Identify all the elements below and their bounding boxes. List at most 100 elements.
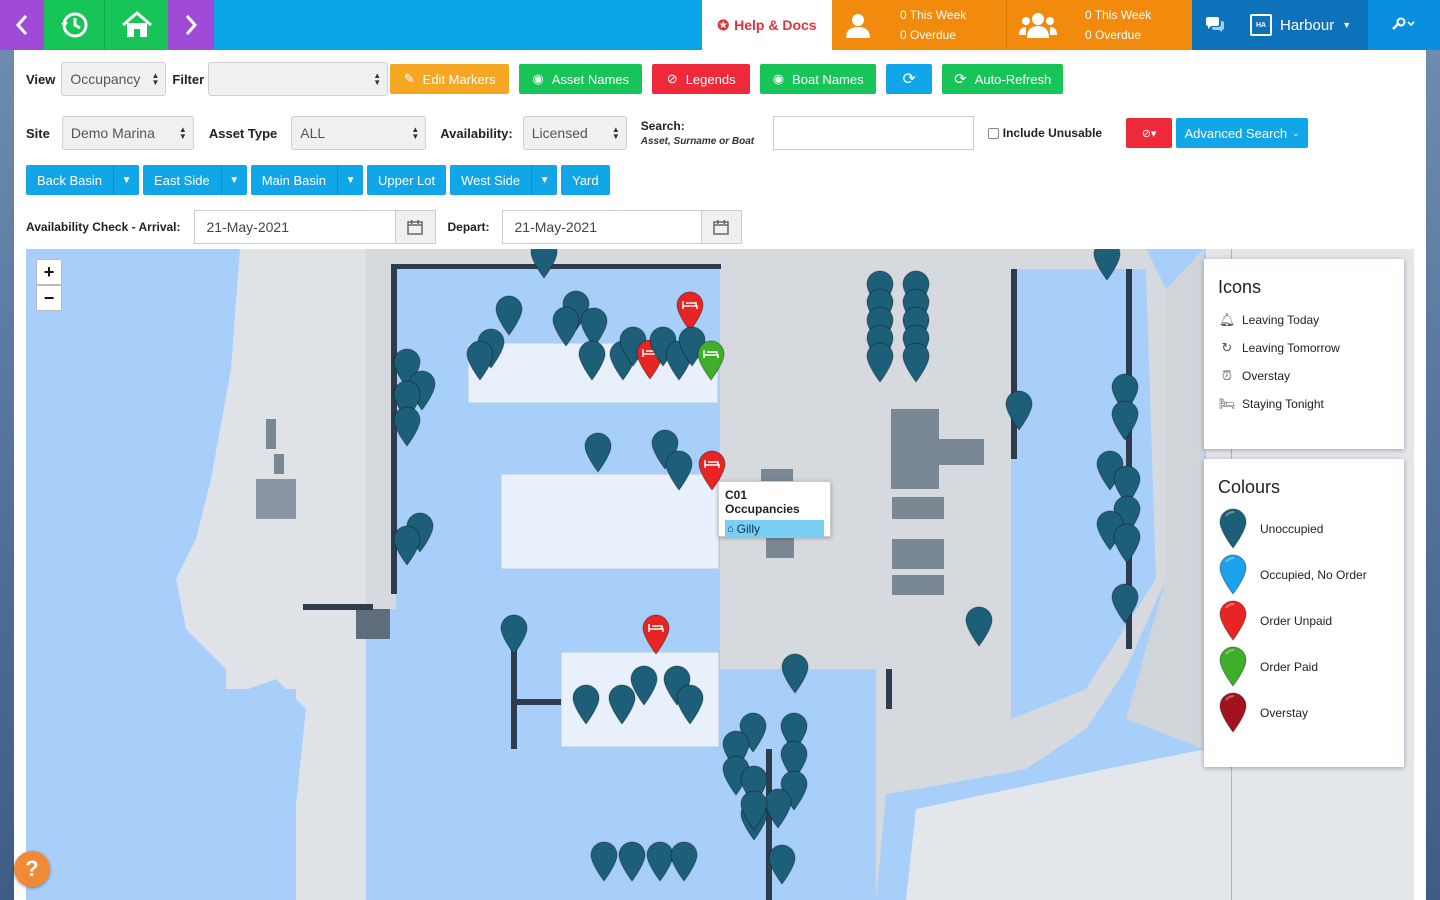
clear-filter-icon: ⊘▾ bbox=[1141, 127, 1157, 140]
map-pin-icon bbox=[1218, 691, 1248, 736]
depart-date-field[interactable]: 21-May-2021 bbox=[501, 210, 742, 244]
content-panel: View Occupancy ▲ ▼ Filter ▲ ▼ ✎ Edit Marke… bbox=[14, 50, 1426, 900]
building-block bbox=[892, 575, 944, 595]
zone-button-label: Main Basin bbox=[261, 172, 327, 188]
history-icon bbox=[61, 12, 88, 38]
icon-legend-item: 🔔︎ Leaving Today bbox=[1218, 306, 1390, 334]
edit-markers-button[interactable]: ✎ Edit Markers bbox=[390, 64, 510, 94]
site-select[interactable]: Demo Marina ▲ ▼ bbox=[61, 116, 194, 150]
bell-icon: 🔔︎ bbox=[1218, 312, 1236, 328]
zone-button[interactable]: Yard bbox=[561, 165, 610, 195]
calendar-icon[interactable] bbox=[394, 211, 435, 243]
chat-button[interactable] bbox=[1192, 0, 1238, 50]
advanced-search-button[interactable]: Advanced Search ⌄ bbox=[1176, 118, 1309, 148]
include-unusable-checkbox[interactable]: Include Unusable bbox=[987, 126, 1102, 140]
colour-legend-item: Occupied, No Order bbox=[1218, 552, 1390, 598]
group-this-week: 0 This Week bbox=[1085, 8, 1152, 22]
availability-label: Availability: bbox=[440, 125, 513, 141]
user-icon bbox=[846, 14, 870, 38]
zone-button[interactable]: East Side ▼ bbox=[143, 165, 247, 195]
help-docs-button[interactable]: ✪ Help & Docs bbox=[702, 0, 832, 50]
zone-button-label: Upper Lot bbox=[378, 172, 436, 188]
view-select[interactable]: Occupancy ▲ ▼ bbox=[61, 62, 167, 96]
calendar-icon[interactable] bbox=[700, 211, 741, 243]
group-stats[interactable]: 0 This Week 0 Overdue bbox=[1006, 0, 1192, 50]
arrival-date-field[interactable]: 21-May-2021 bbox=[193, 210, 436, 244]
tooltip-entry[interactable]: ⌂ Gilly bbox=[725, 520, 824, 538]
history-button[interactable] bbox=[44, 0, 104, 50]
alarm-icon: ⏰︎ bbox=[1221, 368, 1233, 384]
colour-legend-item: Overstay bbox=[1218, 690, 1390, 736]
caret-down-icon[interactable]: ▼ bbox=[113, 165, 139, 195]
zone-button[interactable]: Main Basin ▼ bbox=[250, 165, 364, 195]
eye-slash-icon: ⊘ bbox=[666, 71, 678, 86]
forward-button[interactable] bbox=[168, 0, 214, 50]
filter-select[interactable]: ▲ ▼ bbox=[208, 62, 389, 96]
auto-refresh-button[interactable]: ⟳ Auto-Refresh bbox=[942, 64, 1064, 94]
harbour-logo: HA bbox=[1250, 14, 1272, 36]
home-icon: ⌂ bbox=[727, 523, 734, 535]
select-arrows-icon: ▲ ▼ bbox=[411, 125, 420, 141]
user-this-week: 0 This Week bbox=[900, 8, 967, 22]
refresh-button[interactable]: ⟳ bbox=[886, 64, 933, 94]
search-input[interactable] bbox=[772, 116, 974, 150]
map-pin-icon bbox=[1218, 553, 1248, 598]
zone-button[interactable]: Back Basin ▼ bbox=[26, 165, 140, 195]
refresh-icon: ⟳ bbox=[954, 71, 967, 88]
search-label-group: Search: Asset, Surname or Boat bbox=[641, 119, 773, 147]
top-bar: ✪ Help & Docs 0 This Week 0 Overdue 0 Th… bbox=[0, 0, 1440, 50]
colours-legend-list: Unoccupied Occupied, No Order Order Unpaid… bbox=[1218, 506, 1390, 736]
legends-button[interactable]: ⊘ Legends bbox=[652, 64, 751, 94]
view-select-value: Occupancy bbox=[70, 71, 141, 87]
boat-names-button[interactable]: ◉ Boat Names bbox=[760, 64, 877, 94]
colours-legend-title: Colours bbox=[1218, 477, 1281, 497]
zoom-in-button[interactable]: + bbox=[36, 259, 62, 285]
depart-label: Depart: bbox=[447, 220, 490, 234]
caret-down-icon[interactable]: ▼ bbox=[531, 165, 557, 195]
select-arrows-icon: ▲ ▼ bbox=[151, 71, 160, 87]
marina-map[interactable]: + − C01 Occupancies ⌂ Gilly Icons 🔔︎ Leav… bbox=[26, 249, 1414, 900]
select-arrows-icon: ▲ ▼ bbox=[373, 71, 382, 87]
availability-select[interactable]: Licensed ▲ ▼ bbox=[522, 116, 627, 150]
back-button[interactable] bbox=[0, 0, 44, 50]
building-block bbox=[266, 419, 276, 449]
refresh-icon: ⟳ bbox=[902, 71, 916, 88]
building-block bbox=[274, 454, 284, 474]
asset-names-button[interactable]: ◉ Asset Names bbox=[519, 64, 643, 94]
help-docs-label: Help & Docs bbox=[734, 17, 817, 33]
building-block bbox=[891, 409, 939, 489]
filter-label: Filter bbox=[172, 71, 205, 87]
user-stats[interactable]: 0 This Week 0 Overdue bbox=[832, 0, 1006, 50]
site-name: Harbour bbox=[1280, 16, 1335, 34]
bed-icon: 🛏︎ bbox=[1218, 396, 1236, 412]
icon-legend-label: Staying Tonight bbox=[1242, 397, 1324, 411]
select-arrows-icon: ▲ ▼ bbox=[178, 125, 187, 141]
help-fab-button[interactable]: ? bbox=[14, 851, 50, 887]
clear-filter-button[interactable]: ⊘▾ bbox=[1126, 118, 1173, 148]
zone-button[interactable]: Upper Lot bbox=[367, 165, 447, 195]
colour-legend-label: Occupied, No Order bbox=[1260, 568, 1367, 582]
zone-button-label: Yard bbox=[572, 172, 599, 188]
zone-button[interactable]: West Side ▼ bbox=[450, 165, 558, 195]
arrival-label: Availability Check - Arrival: bbox=[26, 220, 181, 234]
caret-down-icon[interactable]: ▼ bbox=[220, 165, 247, 195]
icon-legend-item: ↻ Leaving Tomorrow bbox=[1218, 334, 1390, 362]
caret-down-icon[interactable]: ▼ bbox=[337, 165, 363, 195]
arrival-date-value: 21-May-2021 bbox=[206, 219, 290, 235]
checkbox-box[interactable] bbox=[987, 127, 999, 139]
asset-type-select[interactable]: ALL ▲ ▼ bbox=[291, 116, 427, 150]
chevron-left-icon bbox=[15, 15, 28, 35]
tools-menu-button[interactable] bbox=[1368, 0, 1440, 50]
zone-button-label: West Side bbox=[461, 172, 521, 188]
site-selector[interactable]: HA Harbour ▼ bbox=[1238, 0, 1368, 50]
map-pin-icon bbox=[1218, 599, 1248, 644]
home-button[interactable] bbox=[104, 0, 168, 50]
eye-icon: ◉ bbox=[772, 71, 785, 86]
zoom-out-button[interactable]: − bbox=[36, 285, 62, 311]
colour-legend-item: Order Paid bbox=[1218, 644, 1390, 690]
icons-legend-list: 🔔︎ Leaving Today ↻ Leaving Tomorrow ⏰︎ Overst… bbox=[1218, 306, 1390, 418]
icon-legend-label: Leaving Today bbox=[1242, 313, 1320, 327]
icon-legend-label: Overstay bbox=[1242, 369, 1291, 383]
asset-type-label: Asset Type bbox=[208, 125, 278, 141]
building-block bbox=[939, 439, 984, 465]
